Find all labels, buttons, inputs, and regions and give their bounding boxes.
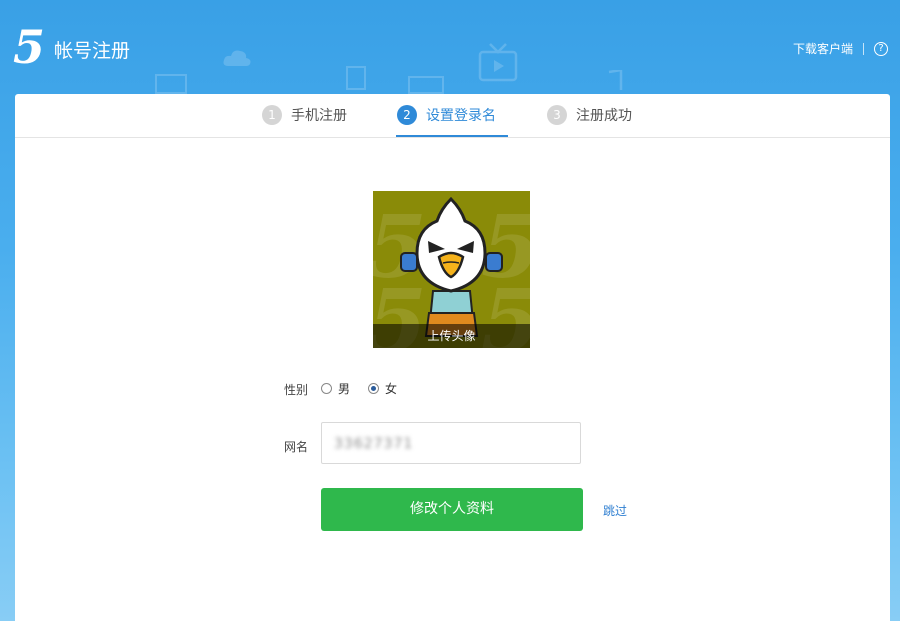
divider: [863, 42, 864, 55]
film-icon: [155, 74, 187, 94]
step-label: 注册成功: [576, 108, 632, 124]
cloud-icon: [223, 50, 251, 66]
avatar-upload[interactable]: 5 5 5 5 上传头像: [373, 191, 530, 348]
radio-female[interactable]: [368, 383, 380, 394]
nickname-input[interactable]: 33627371: [321, 422, 581, 464]
upload-avatar-label: 上传头像: [373, 324, 530, 348]
tv-icon: [478, 43, 518, 82]
step-number: 2: [397, 105, 417, 125]
page-title: 帐号注册: [54, 40, 131, 62]
gender-label: 性别: [284, 383, 309, 397]
gender-option-male[interactable]: 男: [321, 380, 350, 397]
music-icon: [608, 70, 623, 90]
brand-logo: 5: [13, 20, 46, 74]
active-step-underline: [396, 135, 508, 137]
skip-link[interactable]: 跳过: [603, 502, 627, 519]
step-set-login-name: 2 设置登录名: [397, 105, 496, 125]
header-actions: 下载客户端 ?: [793, 40, 888, 57]
help-icon[interactable]: ?: [874, 41, 888, 56]
update-profile-button[interactable]: 修改个人资料: [321, 488, 583, 531]
nickname-label: 网名: [284, 440, 309, 454]
step-indicator: 1 手机注册 2 设置登录名 3 注册成功: [15, 94, 890, 138]
monitor-icon: [408, 76, 444, 94]
gender-option-label: 男: [338, 382, 351, 396]
gender-radio-group: 男 女: [321, 380, 415, 397]
step-register-success: 3 注册成功: [547, 105, 632, 125]
gender-option-female[interactable]: 女: [368, 380, 397, 397]
step-phone-register: 1 手机注册: [262, 105, 347, 125]
step-label: 手机注册: [291, 108, 347, 124]
download-client-link[interactable]: 下载客户端: [793, 40, 853, 57]
document-icon: [346, 66, 366, 90]
step-number: 1: [262, 105, 282, 125]
nickname-value: 33627371: [334, 436, 414, 452]
step-label: 设置登录名: [426, 108, 496, 124]
gender-option-label: 女: [385, 382, 398, 396]
step-number: 3: [547, 105, 567, 125]
radio-male[interactable]: [321, 383, 332, 394]
registration-card: 1 手机注册 2 设置登录名 3 注册成功 5 5 5 5: [15, 94, 890, 621]
